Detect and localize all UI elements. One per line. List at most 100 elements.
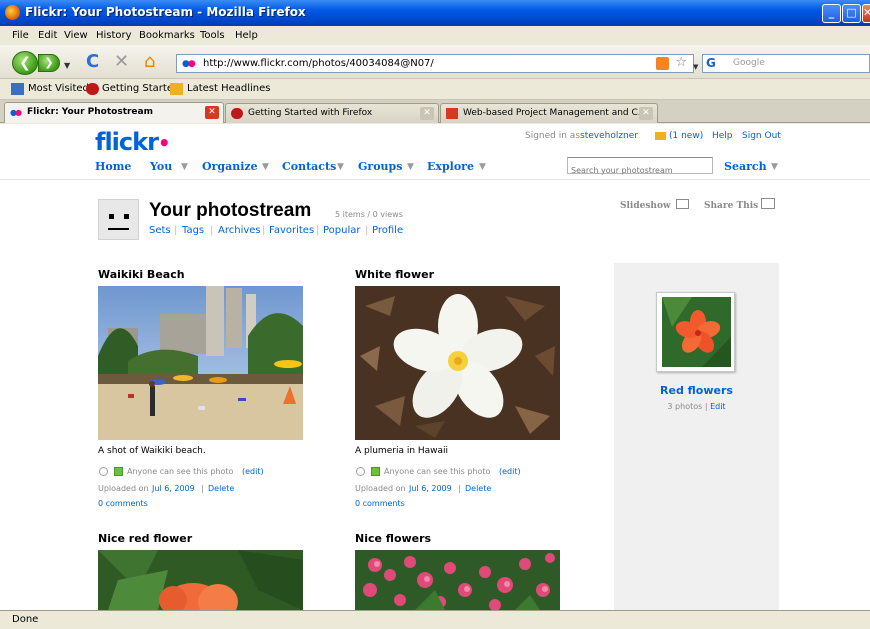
- explore-dropdown-icon[interactable]: ▼: [479, 162, 486, 172]
- groups-dropdown-icon[interactable]: ▼: [407, 162, 414, 172]
- subnav-popular[interactable]: Popular: [323, 225, 361, 236]
- photo-title[interactable]: White flower: [355, 268, 434, 281]
- photo-white-flower[interactable]: [355, 286, 560, 440]
- photostream-search-input[interactable]: [568, 163, 708, 178]
- photo-nice-red-flower[interactable]: [98, 550, 303, 610]
- bookmark-star-icon[interactable]: ☆: [675, 55, 687, 70]
- share-icon[interactable]: [761, 198, 775, 209]
- search-button[interactable]: Search: [724, 160, 767, 173]
- photo-waikiki-beach[interactable]: [98, 286, 303, 440]
- menu-view[interactable]: View: [64, 30, 88, 41]
- set-edit-link[interactable]: Edit: [710, 402, 726, 411]
- comments-link[interactable]: 0 comments: [98, 499, 148, 508]
- minimize-button[interactable]: _: [822, 4, 841, 23]
- copyright-icon: [356, 467, 365, 476]
- forward-button[interactable]: ❯: [38, 54, 60, 72]
- delete-link[interactable]: Delete: [208, 484, 234, 493]
- page-content: flickr• Signed in as steveholzner (1 new…: [0, 124, 870, 610]
- comments-link[interactable]: 0 comments: [355, 499, 405, 508]
- photostream-search-field[interactable]: [567, 157, 713, 178]
- photo-title[interactable]: Nice red flower: [98, 532, 192, 545]
- menu-history[interactable]: History: [96, 30, 132, 41]
- history-dropdown-icon[interactable]: ▼: [64, 57, 70, 75]
- menu-bookmarks[interactable]: Bookmarks: [139, 30, 195, 41]
- mail-new-link[interactable]: (1 new): [669, 131, 703, 141]
- nav-explore[interactable]: Explore: [427, 160, 474, 173]
- delete-link[interactable]: Delete: [465, 484, 491, 493]
- uploaded-date-link[interactable]: Jul 6, 2009: [152, 484, 195, 493]
- meta-separator: |: [201, 484, 204, 493]
- search-dropdown-icon[interactable]: ▼: [771, 162, 778, 172]
- menu-tools[interactable]: Tools: [200, 30, 225, 41]
- tab-flickr[interactable]: ●● Flickr: Your Photostream ✕: [4, 102, 224, 123]
- back-button[interactable]: ❮: [12, 51, 38, 75]
- privacy-edit-link[interactable]: (edit): [242, 467, 264, 476]
- help-link[interactable]: Help: [712, 131, 733, 141]
- you-dropdown-icon[interactable]: ▼: [181, 162, 188, 172]
- subnav-tags[interactable]: Tags: [182, 225, 204, 236]
- rss-feed-icon[interactable]: [656, 57, 669, 70]
- home-icon[interactable]: ⌂: [144, 53, 155, 71]
- tab-project-management[interactable]: Web-based Project Management and C... ✕: [440, 103, 658, 123]
- tab-close-icon[interactable]: ✕: [420, 107, 434, 120]
- firefox-getting-started-icon: [86, 83, 99, 95]
- photo-title[interactable]: Waikiki Beach: [98, 268, 185, 281]
- title-bar: Flickr: Your Photostream - Mozilla Firef…: [0, 0, 870, 26]
- contacts-dropdown-icon[interactable]: ▼: [337, 162, 344, 172]
- nav-you[interactable]: You: [150, 160, 172, 173]
- menu-bar: File Edit View History Bookmarks Tools H…: [0, 26, 870, 45]
- nav-organize[interactable]: Organize: [202, 160, 258, 173]
- slideshow-link[interactable]: Slideshow: [620, 201, 671, 211]
- share-this-link[interactable]: Share This: [704, 201, 758, 211]
- subnav-profile[interactable]: Profile: [372, 225, 403, 236]
- set-thumbnail[interactable]: [656, 292, 735, 372]
- url-text: http://www.flickr.com/photos/40034084@N0…: [203, 58, 434, 69]
- tab-close-icon[interactable]: ✕: [639, 107, 653, 120]
- username-link[interactable]: steveholzner: [580, 131, 638, 141]
- bookmark-latest-headlines[interactable]: Latest Headlines: [187, 83, 271, 94]
- organize-dropdown-icon[interactable]: ▼: [262, 162, 269, 172]
- set-title-link[interactable]: Red flowers: [614, 384, 779, 397]
- menu-edit[interactable]: Edit: [38, 30, 57, 41]
- nav-groups[interactable]: Groups: [358, 160, 402, 173]
- subnav-sets[interactable]: Sets: [149, 225, 171, 236]
- site-favicon-icon: ●●: [182, 59, 196, 69]
- browser-search-box[interactable]: G Google: [702, 54, 870, 73]
- nav-home[interactable]: Home: [95, 160, 131, 173]
- tab-close-icon[interactable]: ✕: [205, 106, 219, 119]
- photo-nice-flowers[interactable]: [355, 550, 560, 610]
- photo-title[interactable]: Nice flowers: [355, 532, 431, 545]
- subnav-favorites[interactable]: Favorites: [269, 225, 314, 236]
- subnav-separator: |: [174, 225, 178, 236]
- nav-contacts[interactable]: Contacts: [282, 160, 336, 173]
- browser-search-placeholder: Google: [733, 58, 765, 68]
- tab-getting-started[interactable]: Getting Started with Firefox ✕: [225, 103, 439, 123]
- flickr-logo-text: flickr: [95, 128, 159, 156]
- slideshow-icon[interactable]: [676, 199, 689, 209]
- bookmark-most-visited[interactable]: Most Visited: [28, 83, 89, 94]
- copyright-icon: [99, 467, 108, 476]
- stop-icon[interactable]: ✕: [114, 53, 129, 71]
- uploaded-date-link[interactable]: Jul 6, 2009: [409, 484, 452, 493]
- subnav-archives[interactable]: Archives: [218, 225, 261, 236]
- close-button[interactable]: ✕: [862, 4, 870, 23]
- stream-stats: 5 items / 0 views: [335, 210, 403, 219]
- menu-help[interactable]: Help: [235, 30, 258, 41]
- reload-icon[interactable]: C: [86, 53, 99, 71]
- sign-out-link[interactable]: Sign Out: [742, 131, 781, 141]
- privacy-edit-link[interactable]: (edit): [499, 467, 521, 476]
- url-dropdown-icon[interactable]: ▼: [693, 58, 698, 76]
- bookmark-getting-started[interactable]: Getting Started: [102, 83, 179, 94]
- buddy-icon[interactable]: [98, 199, 139, 240]
- rss-folder-icon: [170, 83, 183, 95]
- maximize-button[interactable]: □: [842, 4, 861, 23]
- tab-label: Web-based Project Management and C...: [463, 108, 647, 118]
- subnav-separator: |: [316, 225, 320, 236]
- browser-window: Flickr: Your Photostream - Mozilla Firef…: [0, 0, 870, 629]
- flickr-logo[interactable]: flickr•: [95, 128, 171, 156]
- mail-icon[interactable]: [655, 132, 666, 140]
- red-flower-image: [98, 550, 303, 610]
- subnav-separator: |: [262, 225, 266, 236]
- menu-file[interactable]: File: [12, 30, 29, 41]
- url-bar[interactable]: ●● http://www.flickr.com/photos/40034084…: [176, 54, 694, 73]
